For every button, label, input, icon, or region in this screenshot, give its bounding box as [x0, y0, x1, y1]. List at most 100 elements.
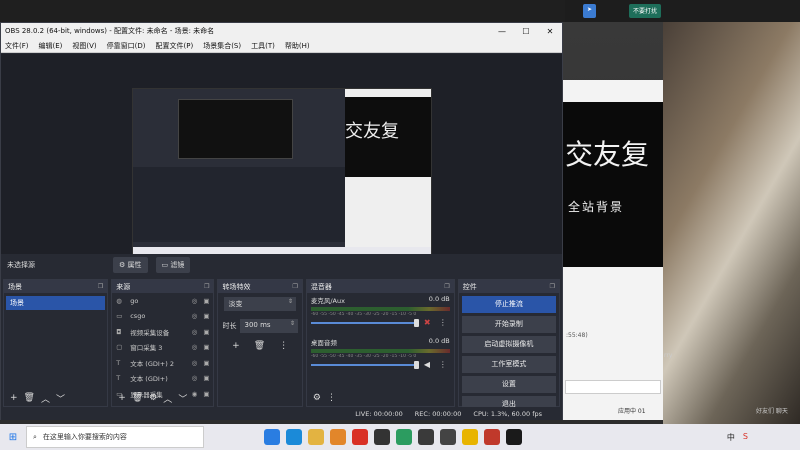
minimize-icon[interactable]: —: [490, 27, 514, 36]
taskbar-search[interactable]: ⌕ 在这里输入你要搜索的内容: [26, 426, 204, 448]
source-item[interactable]: ▭ csgo ◎ ▣: [112, 309, 213, 325]
slider-handle[interactable]: [413, 361, 419, 369]
app-icon[interactable]: [330, 429, 346, 445]
eye-icon[interactable]: ◎: [192, 359, 198, 367]
source-item[interactable]: ▢ 窗口采集 3 ◎ ▣: [112, 340, 213, 356]
app-icon[interactable]: [462, 429, 478, 445]
menu-scene-collection[interactable]: 场景集合(S): [203, 41, 241, 51]
menu-profile[interactable]: 配置文件(P): [156, 41, 194, 51]
menu-tools[interactable]: 工具(T): [251, 41, 275, 51]
cpu-status: CPU: 1.3%, 60.00 fps: [473, 409, 542, 418]
start-recording-button[interactable]: 开始录制: [461, 316, 557, 333]
sogou-icon[interactable]: S: [743, 432, 748, 443]
add-icon[interactable]: +: [118, 393, 126, 403]
properties-label: 属性: [127, 261, 142, 269]
speaker-icon[interactable]: ◀: [424, 360, 430, 369]
obs-icon[interactable]: [374, 429, 390, 445]
muted-speaker-icon[interactable]: ✖: [424, 318, 431, 327]
eye-icon[interactable]: ◎: [192, 312, 198, 320]
lock-icon[interactable]: ▣: [203, 343, 209, 351]
source-item[interactable]: T 文本 (GDI+) ◎ ▣: [112, 371, 213, 387]
eye-icon[interactable]: ◎: [192, 328, 198, 336]
lock-icon[interactable]: ▣: [203, 359, 209, 367]
windows-start-icon[interactable]: ⊞: [0, 432, 26, 443]
add-icon[interactable]: +: [10, 393, 18, 403]
lock-icon[interactable]: ▣: [203, 312, 209, 320]
right-dnd-button[interactable]: 不要打扰: [629, 4, 662, 18]
popout-icon[interactable]: ❐: [292, 283, 297, 290]
add-icon[interactable]: +: [232, 341, 240, 351]
right-arrow-button[interactable]: ➤: [583, 4, 597, 18]
volume-slider[interactable]: ✖ ⋮: [310, 318, 450, 327]
preview-nested-title: 交友复: [345, 121, 399, 142]
popout-icon[interactable]: ❐: [444, 283, 449, 290]
properties-button[interactable]: ⚙ 属性: [113, 257, 148, 273]
app-icon[interactable]: [506, 429, 522, 445]
eye-icon[interactable]: ◎: [192, 343, 198, 351]
edge-icon[interactable]: [286, 429, 302, 445]
maximize-icon[interactable]: ☐: [514, 27, 538, 36]
menu-help[interactable]: 帮助(H): [285, 41, 310, 51]
more-icon[interactable]: ⋮: [439, 360, 447, 369]
menu-file[interactable]: 文件(F): [5, 41, 29, 51]
volume-slider[interactable]: ◀ ⋮: [310, 360, 450, 369]
popout-icon[interactable]: ❐: [204, 283, 209, 290]
mixer-dock: 混音器 ❐ 麦克风/Aux 0.0 dB -60 -55 -50 -45 -40 -…: [305, 279, 455, 407]
lock-icon[interactable]: ▣: [203, 374, 209, 382]
scene-item[interactable]: 场景: [6, 296, 106, 310]
ime-indicator[interactable]: 中: [727, 432, 735, 443]
sources-header: 来源 ❐: [112, 280, 214, 293]
up-icon[interactable]: ︿: [163, 392, 172, 405]
source-item[interactable]: T 文本 (GDI+) 2 ◎ ▣: [112, 355, 213, 371]
transition-select[interactable]: 淡变 ⇕: [224, 297, 296, 311]
app-icon[interactable]: [396, 429, 412, 445]
preview-canvas[interactable]: 交友复: [132, 88, 432, 256]
obs-preview[interactable]: 交友复: [1, 54, 562, 256]
trash-icon[interactable]: 🗑: [132, 393, 143, 403]
trash-icon[interactable]: 🗑: [24, 393, 35, 403]
transitions-actions: + 🗑 ⋮: [218, 341, 301, 351]
windows-icon[interactable]: [264, 429, 280, 445]
close-icon[interactable]: ✕: [538, 27, 562, 36]
up-icon[interactable]: ︿: [41, 392, 50, 405]
app-icon[interactable]: [484, 429, 500, 445]
text-icon: T: [116, 358, 121, 367]
trash-icon[interactable]: 🗑: [254, 341, 265, 351]
browser-title-text: 交友复: [565, 138, 650, 171]
stop-streaming-button[interactable]: 停止推流: [461, 296, 557, 313]
steam-icon[interactable]: [418, 429, 434, 445]
menu-view[interactable]: 视图(V): [72, 41, 96, 51]
popout-icon[interactable]: ❐: [98, 283, 103, 290]
down-icon[interactable]: ﹀: [178, 392, 187, 405]
virtual-camera-button[interactable]: 启动虚拟摄像机: [461, 336, 557, 353]
app-icon[interactable]: [440, 429, 456, 445]
filters-button[interactable]: ▭ 滤镜: [155, 257, 191, 273]
gear-icon[interactable]: ⚙: [149, 393, 157, 403]
lock-icon[interactable]: ▣: [203, 328, 209, 336]
gear-icon[interactable]: ⚙: [313, 393, 321, 403]
track-name: 桌面音频: [310, 339, 337, 347]
duration-input[interactable]: 300 ms ⇕: [240, 319, 298, 333]
track-db: 0.0 dB: [428, 337, 450, 345]
menu-docks[interactable]: 停靠窗口(D): [107, 41, 146, 51]
lock-icon[interactable]: ▣: [203, 297, 209, 305]
source-item[interactable]: ◘ 视频采集设备 ◎ ▣: [112, 324, 213, 340]
menu-edit[interactable]: 编辑(E): [39, 41, 63, 51]
more-icon[interactable]: ⋮: [439, 318, 447, 327]
netease-icon[interactable]: [352, 429, 368, 445]
down-icon[interactable]: ﹀: [56, 392, 65, 405]
scenes-header: 场景 ❐: [4, 280, 108, 293]
studio-mode-button[interactable]: 工作室模式: [461, 356, 557, 373]
eye-icon[interactable]: ◎: [192, 374, 198, 382]
slider-handle[interactable]: [413, 319, 419, 327]
more-icon[interactable]: ⋮: [327, 393, 336, 403]
popout-icon[interactable]: ❐: [550, 283, 555, 290]
settings-button[interactable]: 设置: [461, 376, 557, 393]
eye-icon[interactable]: ◎: [192, 297, 198, 305]
source-item[interactable]: ◍ go ◎ ▣: [112, 293, 213, 309]
more-icon[interactable]: ⋮: [279, 341, 288, 351]
mixer-track-mic: 麦克风/Aux 0.0 dB -60 -55 -50 -45 -40 -35 -3…: [307, 293, 454, 329]
browser-input[interactable]: [565, 380, 661, 394]
folder-icon[interactable]: [308, 429, 324, 445]
source-label: csgo: [130, 312, 146, 321]
